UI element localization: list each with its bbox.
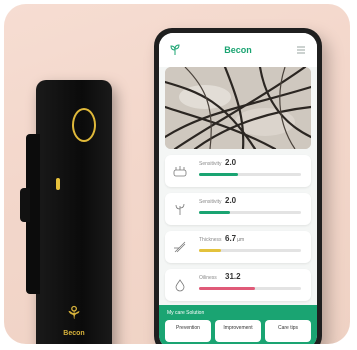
metric-label: Thickness: [199, 237, 222, 243]
phone-mockup: Becon Sensitivity 2.0 Sensitivity 2.0 Th…: [154, 28, 322, 344]
sprout-icon: ⚘: [65, 303, 83, 323]
product-card: ⚘ Becon Becon Sensitivity 2.0 Sensitivit…: [4, 4, 350, 344]
metric-level-bar: [199, 211, 301, 214]
metric-level-fill: [199, 249, 222, 252]
metric-card[interactable]: Oiliness 31.2: [165, 269, 311, 301]
metric-level-bar: [199, 287, 301, 290]
oil-drop-icon: [175, 279, 185, 292]
app-screen: Becon Sensitivity 2.0 Sensitivity 2.0 Th…: [159, 33, 317, 344]
hair-density-icon: [175, 203, 185, 215]
power-ring-icon: [72, 108, 96, 142]
metric-value: 31.2: [225, 272, 241, 281]
scalp-microscope-image: [165, 67, 311, 149]
metric-level-fill: [199, 287, 256, 290]
metric-value: 6.7µm: [225, 234, 245, 243]
care-solution-buttons: Prevention Improvement Care tips: [165, 320, 311, 342]
metric-card[interactable]: Sensitivity 2.0: [165, 155, 311, 187]
app-header: Becon: [159, 33, 317, 67]
care-solution-panel: My care Solution Prevention Improvement …: [159, 305, 317, 344]
menu-icon[interactable]: [295, 44, 307, 56]
device-brand-label: Becon: [63, 330, 85, 337]
sprout-icon[interactable]: [169, 44, 181, 56]
metric-value: 2.0: [225, 158, 237, 167]
metric-level-fill: [199, 173, 238, 176]
metric-level-fill: [199, 211, 230, 214]
care-solution-title: My care Solution: [167, 310, 205, 316]
metric-level-bar: [199, 173, 301, 176]
improvement-button[interactable]: Improvement: [215, 320, 261, 342]
metric-level-bar: [199, 249, 301, 252]
device-lens-nub: [20, 188, 30, 222]
scalp-sensitivity-icon: [173, 166, 187, 177]
status-led: [56, 178, 60, 190]
metric-label: Oiliness: [199, 275, 217, 281]
care-tips-button[interactable]: Care tips: [265, 320, 311, 342]
metric-card[interactable]: Thickness 6.7µm: [165, 231, 311, 263]
prevention-button[interactable]: Prevention: [165, 320, 211, 342]
metric-label: Sensitivity: [199, 161, 222, 167]
scalp-analyzer-device: ⚘ Becon: [20, 80, 112, 344]
app-title: Becon: [224, 45, 252, 55]
metric-value: 2.0: [225, 196, 237, 205]
metric-label: Sensitivity: [199, 199, 222, 205]
metric-card[interactable]: Sensitivity 2.0: [165, 193, 311, 225]
hair-thickness-icon: [174, 241, 186, 253]
